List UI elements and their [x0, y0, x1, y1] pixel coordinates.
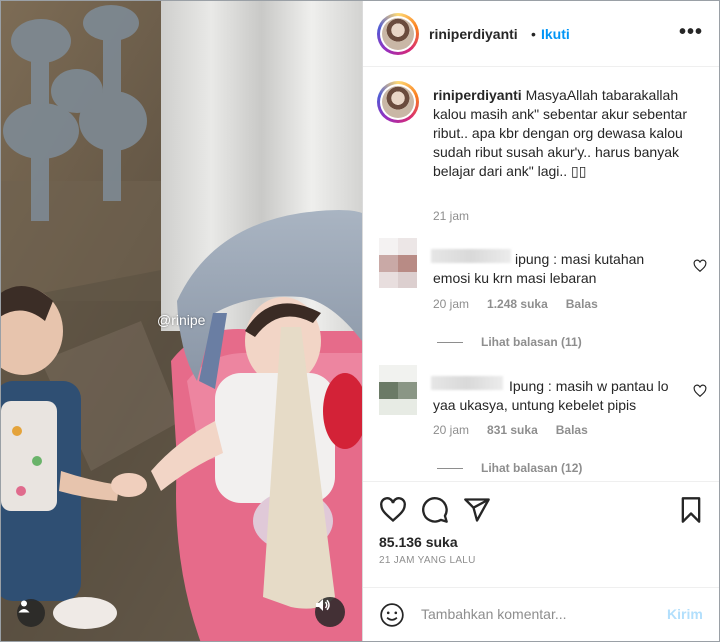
caption-text-block: riniperdiyanti MasyaAllah tabarakallah k… — [433, 86, 703, 181]
comments-list[interactable]: riniperdiyanti MasyaAllah tabarakallah k… — [363, 68, 719, 481]
follow-button[interactable]: Ikuti — [541, 26, 570, 42]
view-replies-button[interactable]: Lihat balasan (12) — [437, 461, 582, 475]
speaker-icon — [316, 599, 330, 611]
reply-button[interactable]: Balas — [566, 297, 598, 311]
tagged-users-button[interactable] — [17, 599, 45, 627]
emoji-icon[interactable] — [379, 602, 405, 628]
bookmark-icon[interactable] — [677, 496, 705, 524]
header-separator: • — [531, 26, 536, 42]
caption-timestamp[interactable]: 21 jam — [433, 209, 469, 223]
comment-meta: 20 jam 831 suka Balas — [433, 423, 606, 437]
posted-time[interactable]: 21 JAM YANG LALU — [379, 555, 476, 566]
comment-timestamp[interactable]: 20 jam — [433, 423, 469, 437]
comment-avatar[interactable] — [379, 238, 417, 288]
comment-text: ipung : masi kutahan emosi ku krn masi l… — [433, 251, 645, 286]
comment-input[interactable] — [421, 606, 651, 622]
add-comment-bar: Kirim — [363, 587, 719, 641]
post-comment-button[interactable]: Kirim — [667, 606, 703, 622]
comment-bubble-icon[interactable] — [421, 496, 449, 524]
post-details-panel: riniperdiyanti • Ikuti ••• riniperdiyant… — [362, 1, 719, 641]
view-replies-label: Lihat balasan (12) — [481, 461, 583, 475]
post-header: riniperdiyanti • Ikuti ••• — [363, 1, 719, 67]
sound-toggle-button[interactable] — [315, 597, 345, 627]
video-watermark: @rinipe — [157, 312, 206, 328]
replies-line — [437, 467, 463, 469]
comment-timestamp[interactable]: 20 jam — [433, 297, 469, 311]
view-replies-label: Lihat balasan (11) — [481, 335, 582, 349]
like-heart-icon[interactable] — [379, 496, 407, 524]
post-actions: 85.136 suka 21 JAM YANG LALU — [363, 481, 719, 587]
view-replies-button[interactable]: Lihat balasan (11) — [437, 335, 582, 349]
comment-likes[interactable]: 1.248 suka — [487, 297, 548, 311]
comment-likes[interactable]: 831 suka — [487, 423, 538, 437]
heart-icon[interactable] — [693, 384, 707, 398]
comment-meta: 20 jam 1.248 suka Balas — [433, 297, 616, 311]
comment-text: Ipung : masih w pantau lo yaa ukasya, un… — [433, 378, 669, 413]
pixelated-avatar-image — [379, 238, 417, 288]
heart-icon[interactable] — [693, 259, 707, 273]
replies-line — [437, 341, 463, 343]
caption-avatar[interactable] — [377, 81, 419, 123]
instagram-post-window: @rinipe riniperdiyanti • Ikuti ••• rinip… — [0, 0, 720, 642]
author-username[interactable]: riniperdiyanti — [429, 26, 518, 42]
person-icon — [18, 600, 30, 613]
comment-avatar[interactable] — [379, 365, 417, 415]
reply-button[interactable]: Balas — [556, 423, 588, 437]
pixelated-avatar-image — [379, 365, 417, 415]
more-options-icon[interactable]: ••• — [679, 21, 703, 44]
post-video[interactable]: @rinipe — [1, 1, 362, 641]
caption-username[interactable]: riniperdiyanti — [433, 87, 522, 103]
avatar-photo — [382, 18, 414, 50]
likes-count[interactable]: 85.136 suka — [379, 534, 458, 550]
avatar-photo — [382, 86, 414, 118]
share-send-icon[interactable] — [463, 496, 491, 524]
author-avatar[interactable] — [377, 13, 419, 55]
